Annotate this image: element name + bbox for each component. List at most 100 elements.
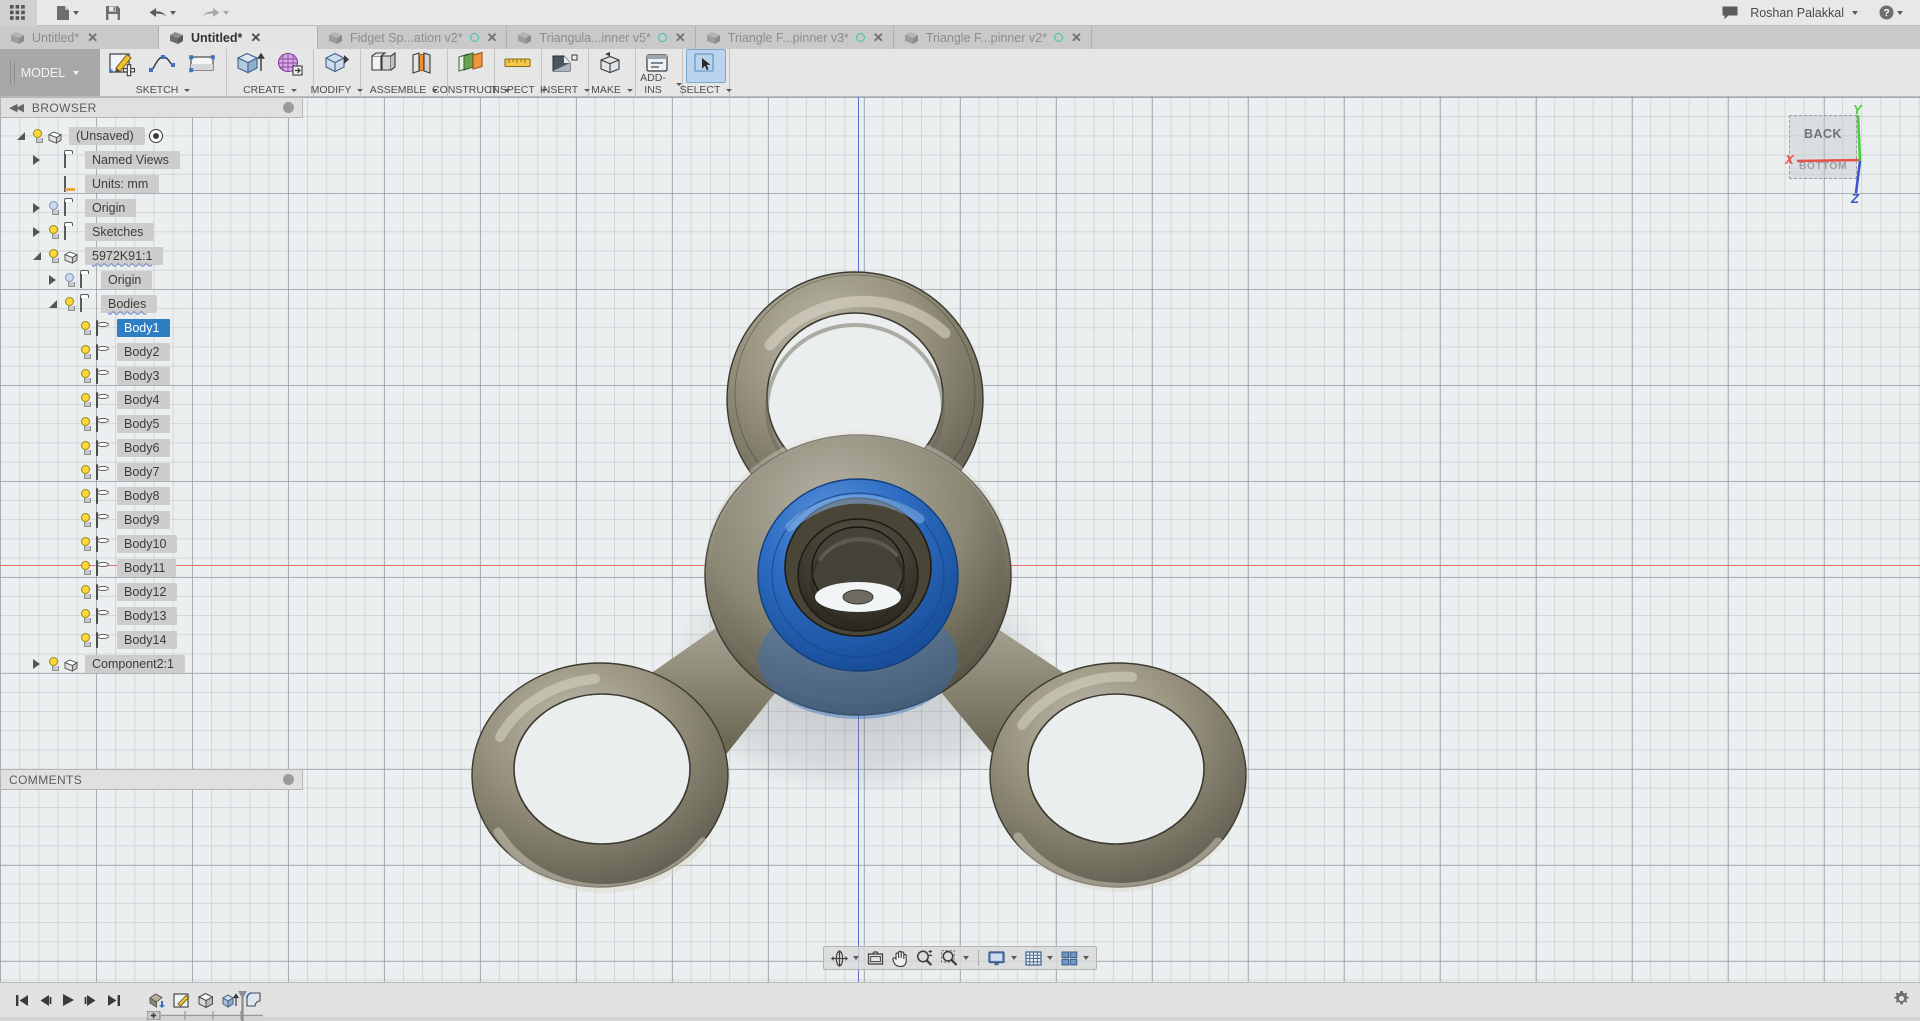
visibility-bulb-icon[interactable] [79,321,92,336]
ribbon-group-header[interactable]: MAKE [589,84,635,96]
browser-tree-item[interactable]: Body7 [0,460,303,484]
viewports-button[interactable] [1058,948,1092,969]
visibility-bulb-icon[interactable] [79,441,92,456]
document-tab[interactable]: Triangle F...pinner v2* ✕ [894,26,1092,49]
expand-arrow-icon[interactable] [46,275,59,285]
browser-tree-item[interactable]: Body11 [0,556,303,580]
document-tab[interactable]: Untitled* ✕ [159,26,318,49]
browser-tree-item[interactable]: Body5 [0,412,303,436]
browser-tree-item[interactable]: Units: mm [0,172,303,196]
visibility-bulb-icon[interactable] [79,417,92,432]
expand-arrow-icon[interactable] [30,227,43,237]
workspace-selector[interactable]: MODEL [0,49,100,96]
view-cube[interactable]: BACK BOTTOM X Y Z [1763,99,1898,209]
browser-tree-item[interactable]: Named Views [0,148,303,172]
rectangle-button[interactable] [183,49,223,83]
step-back-button[interactable] [33,987,56,1013]
fit-button[interactable] [938,948,972,969]
chevron-down-icon[interactable] [291,89,297,92]
offset-plane-button[interactable] [451,49,491,83]
ribbon-group-header[interactable]: INSPECT [495,84,541,96]
collapse-arrow-icon[interactable] [30,252,43,260]
browser-tree-item[interactable]: Body2 [0,340,303,364]
help-button[interactable]: ? [1872,0,1910,26]
3d-print-button[interactable] [592,49,632,83]
undo-button[interactable] [142,0,183,26]
user-menu-chevron-down-icon[interactable] [1852,11,1858,15]
document-tab[interactable]: Fidget Sp...ation v2* ✕ [318,26,507,49]
jump-start-button[interactable] [10,987,33,1013]
visibility-bulb-icon[interactable] [79,393,92,408]
visibility-bulb-icon[interactable] [47,249,60,264]
visibility-bulb-icon[interactable] [79,369,92,384]
spinner-lobe-bottom-left[interactable] [472,663,728,889]
chevron-down-icon[interactable] [726,89,732,92]
3d-viewport-canvas[interactable]: ◀◀ BROWSER (Unsaved)Named ViewsUnits: mm… [0,97,1920,982]
create-sketch-button[interactable] [103,49,143,83]
visibility-bulb-icon[interactable] [63,273,76,288]
document-tab[interactable]: Untitled* ✕ [0,26,159,49]
browser-tree-item[interactable]: Body8 [0,484,303,508]
play-button[interactable] [56,987,79,1013]
browser-tree-item[interactable]: Body13 [0,604,303,628]
chevron-down-icon[interactable] [853,956,859,960]
measure-button[interactable] [498,49,538,83]
comments-panel[interactable]: COMMENTS [0,769,303,790]
spinner-lobe-bottom-right[interactable] [990,663,1246,887]
display-settings-button[interactable] [985,948,1020,969]
chevron-down-icon[interactable] [170,11,176,15]
visibility-bulb-icon[interactable] [79,561,92,576]
collapse-arrow-icon[interactable] [46,300,59,308]
visibility-bulb-icon[interactable] [47,201,60,216]
browser-tree-item[interactable]: Body12 [0,580,303,604]
browser-tree-item[interactable]: Origin [0,268,303,292]
redo-button[interactable] [195,0,236,26]
expand-arrow-icon[interactable] [30,155,43,165]
chevron-down-icon[interactable] [963,956,969,960]
browser-tree-item[interactable]: Component2:1 [0,652,303,676]
document-tab[interactable]: Triangle F...pinner v3* ✕ [696,26,894,49]
timeline-feature-insert-mcmaster[interactable] [147,989,169,1011]
expand-arrow-icon[interactable] [30,203,43,213]
ribbon-group-header[interactable]: SKETCH [100,84,226,96]
chevron-down-icon[interactable] [223,11,229,15]
chevron-down-icon[interactable] [73,71,79,75]
app-grid-button[interactable] [0,0,37,26]
press-pull-button[interactable] [317,49,357,83]
browser-tree-item[interactable]: Sketches [0,220,303,244]
document-tab[interactable]: Triangula...inner v5* ✕ [507,26,695,49]
visibility-bulb-icon[interactable] [47,657,60,672]
jump-end-button[interactable] [102,987,125,1013]
chevron-down-icon[interactable] [627,89,633,92]
extrude-button[interactable] [230,49,270,83]
ribbon-group-header[interactable]: SELECT [683,84,729,96]
ribbon-group-header[interactable]: CREATE [227,84,313,96]
chevron-down-icon[interactable] [73,11,79,15]
browser-tree-item[interactable]: Bodies [0,292,303,316]
close-icon[interactable]: ✕ [1070,31,1083,44]
insert-mcmaster-button[interactable] [545,49,585,83]
pan-button[interactable] [889,948,911,969]
orbit-button[interactable] [828,948,862,969]
browser-tree-item[interactable]: Body6 [0,436,303,460]
ribbon-group-header[interactable]: INSERT [542,84,588,96]
visibility-bulb-icon[interactable] [47,225,60,240]
visibility-bulb-icon[interactable] [79,465,92,480]
form-button[interactable] [270,49,310,83]
collapse-arrow-icon[interactable] [14,132,27,140]
visibility-bulb-icon[interactable] [63,297,76,312]
select-tool-button[interactable] [686,49,726,83]
timeline-feature-sketch[interactable] [171,989,193,1011]
joint-button[interactable] [404,49,444,83]
activate-component-radio[interactable] [149,129,163,143]
panel-options-icon[interactable] [283,102,294,113]
ribbon-group-header[interactable]: ADD-INS [636,72,682,96]
close-icon[interactable]: ✕ [872,31,885,44]
save-button[interactable] [98,0,128,26]
chevron-down-icon[interactable] [1083,956,1089,960]
ribbon-group-header[interactable]: MODIFY [314,84,360,96]
close-icon[interactable]: ✕ [674,31,687,44]
chevron-down-icon[interactable] [1011,956,1017,960]
look-at-button[interactable] [864,948,887,969]
collapse-left-icon[interactable]: ◀◀ [9,101,22,114]
